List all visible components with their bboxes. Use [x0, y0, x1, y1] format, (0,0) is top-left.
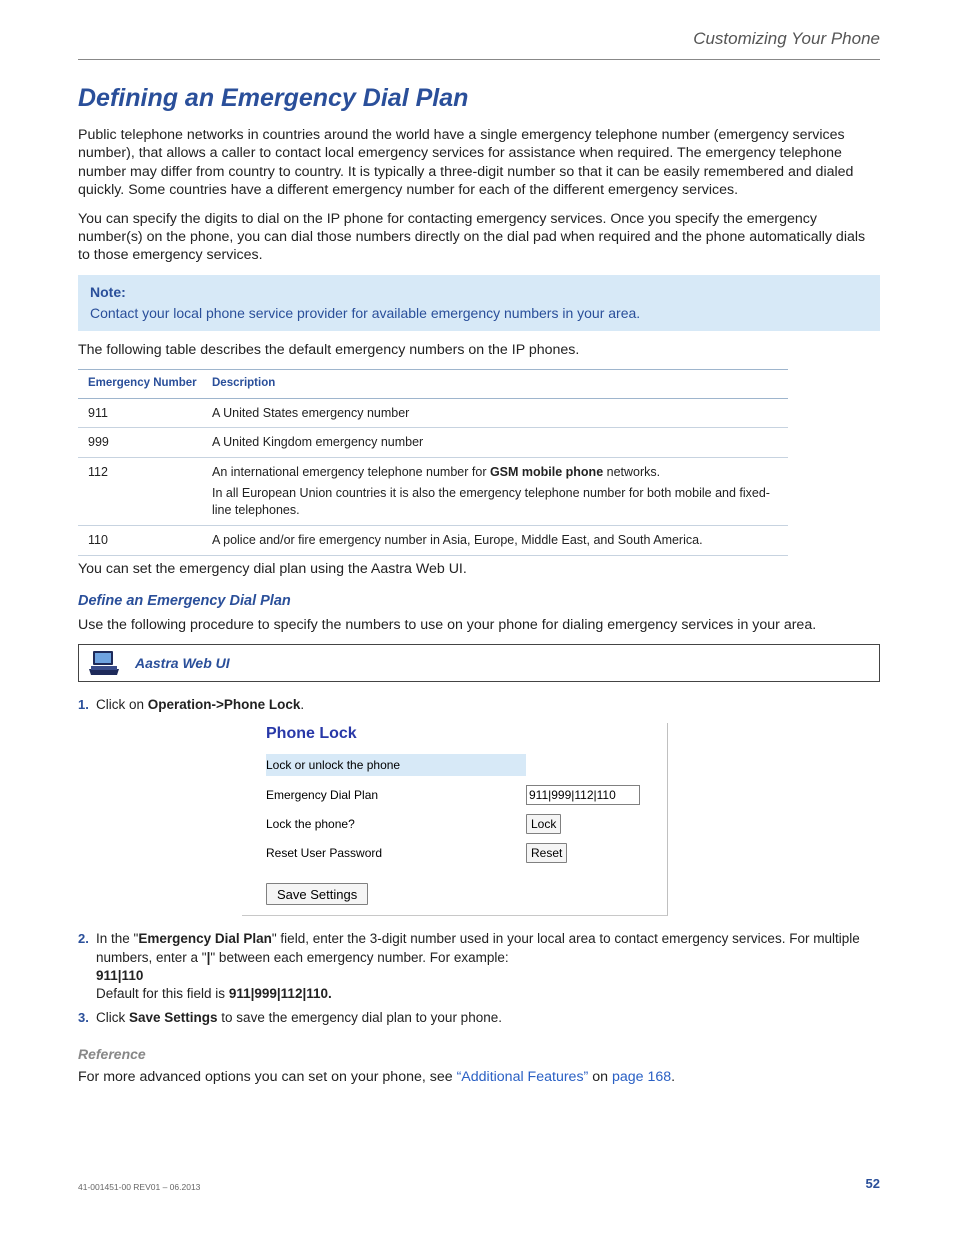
cell-number: 911	[78, 398, 206, 428]
intro-paragraph-1: Public telephone networks in countries a…	[78, 126, 880, 200]
emergency-dial-plan-label: Emergency Dial Plan	[266, 787, 526, 803]
emergency-dial-plan-input[interactable]	[526, 785, 640, 805]
laptop-icon	[83, 649, 125, 677]
table-header-row: Emergency Number Description	[78, 370, 788, 399]
page-container: Customizing Your Phone Defining an Emerg…	[0, 0, 954, 1235]
phone-lock-screenshot: Phone Lock Lock or unlock the phone Emer…	[242, 723, 668, 917]
webui-bar: Aastra Web UI	[78, 644, 880, 682]
reset-password-label: Reset User Password	[266, 845, 526, 861]
doc-id: 41-001451-00 REV01 – 06.2013	[78, 1182, 200, 1193]
after-table-text: You can set the emergency dial plan usin…	[78, 560, 880, 578]
screenshot-row-reset: Reset User Password Reset	[266, 843, 667, 863]
subhead-define-plan: Define an Emergency Dial Plan	[78, 592, 880, 612]
screenshot-section-header: Lock or unlock the phone	[266, 754, 526, 776]
note-box: Note: Contact your local phone service p…	[78, 275, 880, 331]
page-168-link[interactable]: page 168	[612, 1069, 671, 1085]
note-text: Contact your local phone service provide…	[90, 304, 868, 323]
reference-text: For more advanced options you can set on…	[78, 1068, 880, 1087]
lock-button[interactable]: Lock	[526, 814, 561, 834]
emergency-numbers-table: Emergency Number Description 911 A Unite…	[78, 369, 788, 556]
table-header-number: Emergency Number	[78, 370, 206, 399]
step-3: 3. Click Save Settings to save the emerg…	[78, 1009, 880, 1027]
step-number-3: 3.	[78, 1009, 89, 1027]
table-row: 999 A United Kingdom emergency number	[78, 428, 788, 458]
table-header-description: Description	[206, 370, 788, 399]
table-intro: The following table describes the defaul…	[78, 341, 880, 359]
webui-label: Aastra Web UI	[135, 654, 230, 673]
lock-phone-label: Lock the phone?	[266, 816, 526, 832]
step-number-1: 1.	[78, 696, 89, 714]
reference-heading: Reference	[78, 1045, 880, 1064]
screenshot-title: Phone Lock	[266, 723, 667, 745]
steps-list: 1. Click on Operation->Phone Lock. Phone…	[78, 696, 880, 1027]
running-header: Customizing Your Phone	[78, 28, 880, 60]
subhead-intro: Use the following procedure to specify t…	[78, 616, 880, 634]
page-footer: 41-001451-00 REV01 – 06.2013 52	[78, 1175, 880, 1193]
table-row: 911 A United States emergency number	[78, 398, 788, 428]
step-1: 1. Click on Operation->Phone Lock. Phone…	[78, 696, 880, 916]
cell-number: 112	[78, 458, 206, 526]
cell-description: A police and/or fire emergency number in…	[206, 525, 788, 555]
cell-description: A United Kingdom emergency number	[206, 428, 788, 458]
page-number: 52	[866, 1175, 880, 1193]
cell-number: 110	[78, 525, 206, 555]
step-number-2: 2.	[78, 930, 89, 948]
intro-paragraph-2: You can specify the digits to dial on th…	[78, 210, 880, 265]
screenshot-row-dialplan: Emergency Dial Plan	[266, 785, 667, 805]
cell-description: A United States emergency number	[206, 398, 788, 428]
table-row: 110 A police and/or fire emergency numbe…	[78, 525, 788, 555]
cell-number: 999	[78, 428, 206, 458]
cell-description: An international emergency telephone num…	[206, 458, 788, 526]
section-title: Defining an Emergency Dial Plan	[78, 82, 880, 116]
step-2: 2. In the "Emergency Dial Plan" field, e…	[78, 930, 880, 1003]
screenshot-row-lock: Lock the phone? Lock	[266, 814, 667, 834]
note-label: Note:	[90, 283, 868, 302]
save-settings-button[interactable]: Save Settings	[266, 883, 368, 905]
table-row: 112 An international emergency telephone…	[78, 458, 788, 526]
screenshot-save-row: Save Settings	[266, 883, 667, 905]
reset-button[interactable]: Reset	[526, 843, 567, 863]
additional-features-link[interactable]: “Additional Features”	[457, 1069, 589, 1085]
